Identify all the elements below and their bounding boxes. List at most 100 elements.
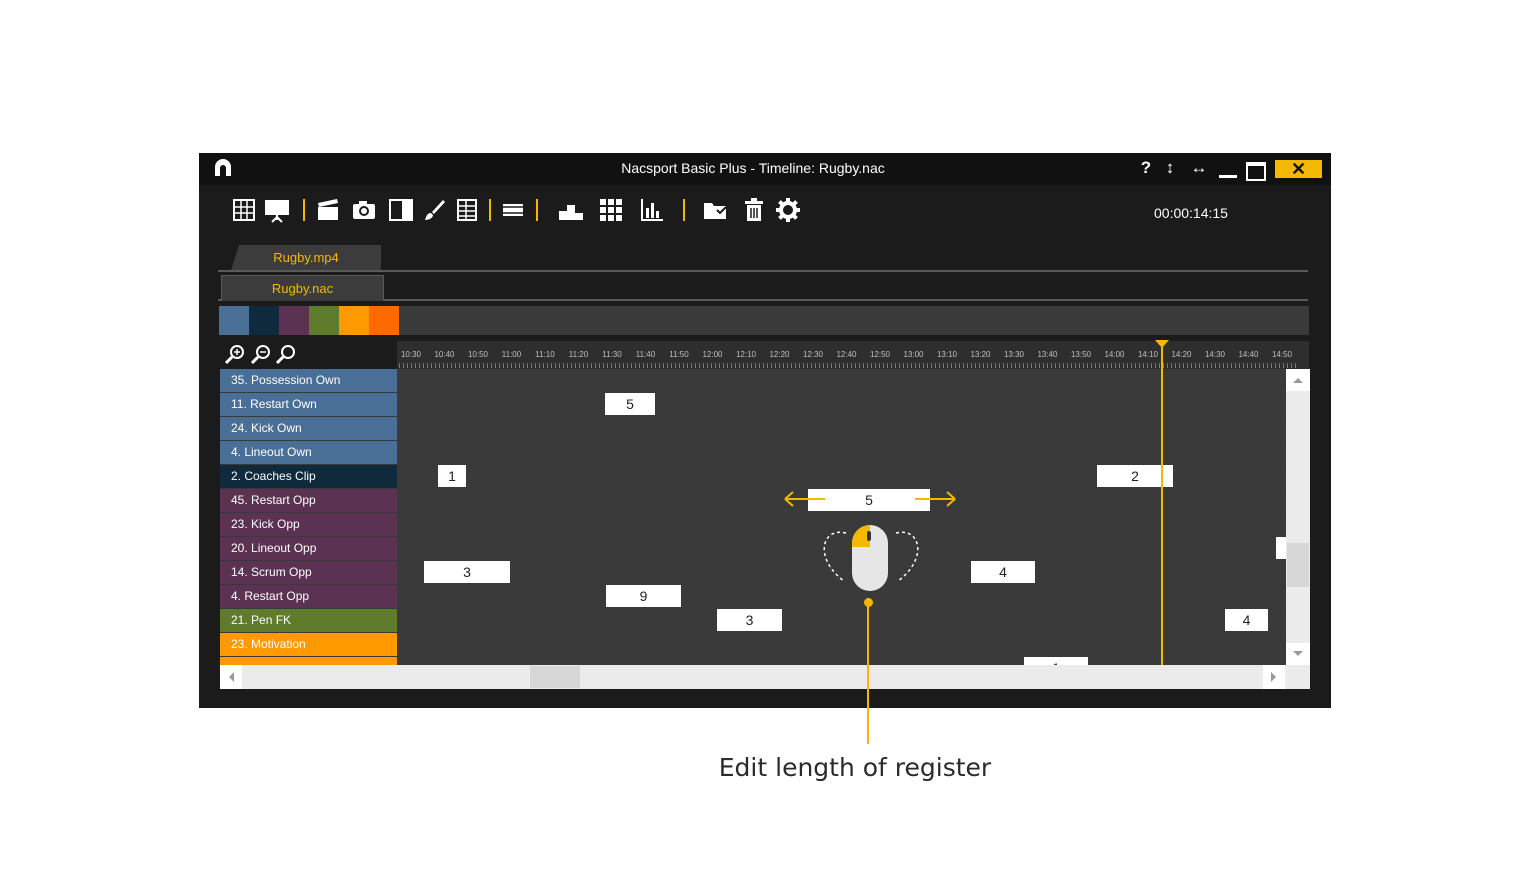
scroll-down-button[interactable] <box>1286 643 1310 665</box>
tab-rugby-mp4[interactable]: Rugby.mp4 <box>231 245 381 270</box>
clapperboard-icon[interactable] <box>315 197 341 223</box>
ruler-tick-label: 13:10 <box>936 350 958 359</box>
category-row-label[interactable]: 24. Kick Own <box>220 417 397 440</box>
toolbar-separator <box>536 199 538 221</box>
register-clip[interactable] <box>1276 537 1286 559</box>
category-row-label[interactable]: 4. Lineout Own <box>220 441 397 464</box>
ruler-tick-label: 11:20 <box>568 350 589 359</box>
minimize-button[interactable] <box>1219 175 1237 178</box>
vertical-scroll-thumb[interactable] <box>1287 543 1309 587</box>
callout-caption: Edit length of register <box>718 753 992 782</box>
register-clip[interactable]: 4 <box>971 561 1035 583</box>
color-swatch[interactable] <box>309 306 339 335</box>
trash-icon[interactable] <box>741 197 767 223</box>
category-row-label[interactable]: 21. Pen FK <box>220 609 397 632</box>
register-clip[interactable]: 4 <box>1225 609 1268 631</box>
timecode-display: 00:00:14:15 <box>1154 205 1228 221</box>
category-row-label[interactable]: 4. Restart Opp <box>220 585 397 608</box>
category-row-label[interactable] <box>220 657 397 665</box>
vertical-scrollbar[interactable] <box>1286 369 1310 665</box>
color-swatch[interactable] <box>369 306 399 335</box>
color-swatch[interactable] <box>339 306 369 335</box>
color-swatch[interactable] <box>249 306 279 335</box>
timeline-lane[interactable] <box>397 657 1286 665</box>
toolbar-separator <box>683 199 685 221</box>
category-row-label[interactable]: 20. Lineout Opp <box>220 537 397 560</box>
grid-icon[interactable] <box>231 197 257 223</box>
ruler-tick-label: 13:50 <box>1070 350 1092 359</box>
scrollbar-corner <box>1286 665 1310 689</box>
ruler-tick-label: 14:50 <box>1271 350 1293 359</box>
color-swatch[interactable] <box>219 306 249 335</box>
zoom-out-icon[interactable] <box>249 343 273 365</box>
timeline-lane[interactable] <box>397 417 1286 440</box>
table-icon[interactable] <box>454 197 480 223</box>
timeline-lane[interactable] <box>397 393 1286 416</box>
brush-icon[interactable] <box>421 197 447 223</box>
playhead-marker-icon[interactable] <box>1155 340 1169 348</box>
ruler-tick-label: 13:30 <box>1003 350 1025 359</box>
ruler-tick-label: 14:10 <box>1137 350 1159 359</box>
zoom-fit-icon[interactable] <box>274 343 298 365</box>
register-clip[interactable]: 1 <box>438 465 466 487</box>
register-clip[interactable]: 3 <box>424 561 510 583</box>
film-strip-icon[interactable] <box>500 197 526 223</box>
category-row-label[interactable]: 11. Restart Own <box>220 393 397 416</box>
app-window: Nacsport Basic Plus - Timeline: Rugby.na… <box>199 153 1331 708</box>
ruler-tick-label: 10:40 <box>434 350 455 359</box>
color-swatch[interactable] <box>279 306 309 335</box>
horizontal-scrollbar[interactable] <box>220 665 1286 689</box>
callout-dot <box>864 598 873 607</box>
folder-icon[interactable] <box>702 197 728 223</box>
camera-icon[interactable] <box>351 197 377 223</box>
register-clip[interactable]: 1 <box>1024 657 1088 665</box>
zoom-in-icon[interactable] <box>223 343 247 365</box>
ruler-tick-label: 11:10 <box>535 350 555 359</box>
category-row-label[interactable]: 23. Motivation <box>220 633 397 656</box>
category-color-bar <box>397 306 1309 335</box>
category-row-label[interactable]: 35. Possession Own <box>220 369 397 392</box>
scroll-right-button[interactable] <box>1263 665 1285 689</box>
playhead[interactable] <box>1161 343 1163 665</box>
matrix-icon[interactable] <box>598 197 624 223</box>
arrow-right-icon <box>1271 672 1276 682</box>
horizontal-scroll-thumb[interactable] <box>530 666 580 688</box>
category-row-label[interactable]: 23. Kick Opp <box>220 513 397 536</box>
timeline-lane[interactable] <box>397 369 1286 392</box>
scroll-left-button[interactable] <box>220 665 242 689</box>
ruler-tick-label: 11:30 <box>602 350 622 359</box>
bar-chart-icon[interactable] <box>639 197 665 223</box>
split-view-icon[interactable] <box>388 197 414 223</box>
scroll-up-button[interactable] <box>1286 369 1310 391</box>
help-button[interactable]: ? <box>1139 158 1153 178</box>
register-clip[interactable]: 5 <box>605 393 655 415</box>
timeline-lane[interactable] <box>397 633 1286 656</box>
resize-arrows-icon <box>784 491 956 507</box>
vertical-resize-button[interactable]: ↕ <box>1163 158 1177 178</box>
maximize-button[interactable] <box>1246 162 1266 181</box>
ruler-tick-label: 11:50 <box>669 350 689 359</box>
timeline-lane[interactable] <box>397 609 1286 632</box>
tab-divider <box>218 270 1308 272</box>
close-button[interactable]: ✕ <box>1275 160 1322 178</box>
ruler-tick-label: 14:00 <box>1104 350 1125 359</box>
ruler-tick-label: 10:30 <box>400 350 422 359</box>
ruler-tick-label: 12:10 <box>735 350 757 359</box>
ruler-tick-label: 12:50 <box>869 350 891 359</box>
category-row-label[interactable]: 2. Coaches Clip <box>220 465 397 488</box>
gear-icon[interactable] <box>775 197 801 223</box>
category-row-label[interactable]: 14. Scrum Opp <box>220 561 397 584</box>
timeline-lane[interactable] <box>397 441 1286 464</box>
ruler-tick-label: 14:20 <box>1171 350 1192 359</box>
tab-rugby-nac[interactable]: Rugby.nac <box>221 275 384 301</box>
register-clip[interactable]: 9 <box>606 585 681 607</box>
category-row-label[interactable]: 45. Restart Opp <box>220 489 397 512</box>
horizontal-resize-button[interactable]: ↔ <box>1187 158 1211 178</box>
ruler-tick-label: 12:20 <box>769 350 790 359</box>
title-bar: Nacsport Basic Plus - Timeline: Rugby.na… <box>199 153 1331 185</box>
register-clip[interactable]: 3 <box>717 609 782 631</box>
presentation-icon[interactable] <box>264 197 290 223</box>
timeline-grid[interactable]: 35. Possession Own 11. Restart Own 24. Kic… <box>220 369 1286 665</box>
podium-icon[interactable] <box>558 197 584 223</box>
ruler-tick-marks <box>399 363 1299 368</box>
